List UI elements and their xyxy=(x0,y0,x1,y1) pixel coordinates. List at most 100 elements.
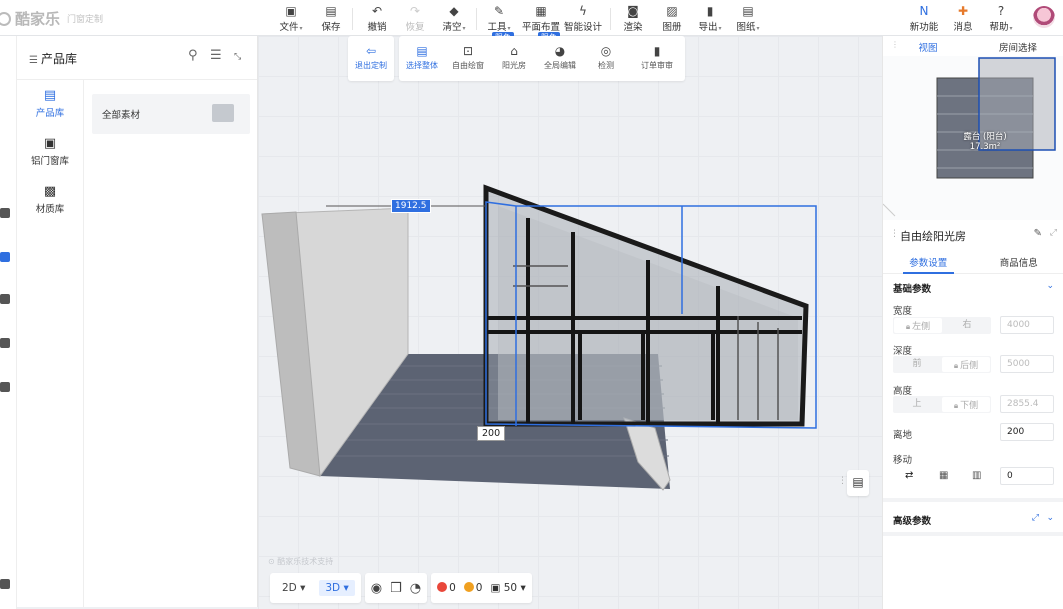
help-button[interactable]: ? 帮助▾ xyxy=(982,3,1020,33)
drawings-button[interactable]: ▤ 图纸▾ xyxy=(729,3,767,33)
sunroom-button[interactable]: ⌂ 阳光房 xyxy=(491,36,537,81)
chevron-down-icon[interactable]: ⌄ xyxy=(1046,281,1054,291)
dimension-bottom-label[interactable]: 200 xyxy=(477,426,506,441)
save-icon: ▤ xyxy=(325,4,337,18)
category-materials-label: 材质库 xyxy=(35,204,65,215)
gift-icon: ✚ xyxy=(957,4,969,18)
drag-grip-icon[interactable]: ⋮ xyxy=(891,40,899,49)
depth-anchor-toggle[interactable]: 前 🔒︎ 后侧 xyxy=(893,356,991,373)
save-button[interactable]: ▤ 保存 xyxy=(312,3,350,33)
depth-front-option[interactable]: 前 xyxy=(893,356,941,373)
drag-grip-icon-2[interactable]: ⋮ xyxy=(890,229,899,239)
advanced-params-heading[interactable]: 高级参数 xyxy=(893,513,931,527)
redo-label: 恢复 xyxy=(405,22,425,33)
global-edit-label: 全局编辑 xyxy=(544,61,576,70)
properties-header: ⋮ 自由绘阳光房 ✎ ⤢ xyxy=(883,224,1063,246)
layout-button[interactable]: ▦ 平面布置 xyxy=(520,3,562,33)
chevron-down-icon-2[interactable]: ⌄ xyxy=(1046,513,1054,523)
product-icon: ▤ xyxy=(43,88,57,103)
drawings-label: 图纸 xyxy=(736,22,756,33)
width-right-option[interactable]: 右 xyxy=(943,317,991,334)
rail-crown-icon[interactable] xyxy=(0,252,10,262)
eye-icon[interactable]: ◉ xyxy=(371,581,382,596)
new-feature-label: 新功能 xyxy=(909,22,939,33)
move-input[interactable]: 0 xyxy=(1000,467,1054,485)
user-avatar[interactable] xyxy=(1033,6,1055,28)
rail-settings-icon[interactable] xyxy=(0,579,10,589)
depth-input[interactable]: 5000 xyxy=(1000,355,1054,373)
detect-button[interactable]: ◎ 检测 xyxy=(583,36,629,81)
properties-title: 自由绘阳光房 xyxy=(900,230,966,243)
rail-tool-icon-1[interactable] xyxy=(0,208,10,218)
tools-button[interactable]: ✎ 工具▾ xyxy=(480,3,518,33)
redo-button[interactable]: ↷ 恢复 xyxy=(396,3,434,33)
move-icon-2[interactable]: ▦ xyxy=(939,470,948,481)
expand-advanced-icon[interactable]: ⤢ xyxy=(1032,513,1039,523)
select-whole-button[interactable]: ▤ 选择整体 xyxy=(399,36,445,81)
height-input[interactable]: 2855.4 xyxy=(1000,395,1054,413)
file-button[interactable]: ▣ 文件▾ xyxy=(272,3,310,33)
tab-params[interactable]: 参数设置 xyxy=(883,248,974,274)
move-icon-1[interactable]: ⇄ xyxy=(905,470,913,481)
logo-icon xyxy=(0,11,11,26)
category-product[interactable]: ▤ 产品库 xyxy=(17,80,83,128)
clear-button[interactable]: ◆ 清空▾ xyxy=(435,3,473,33)
view-2d-button[interactable]: 2D ▾ xyxy=(276,580,311,596)
depth-back-option[interactable]: 🔒︎ 后侧 xyxy=(942,357,990,372)
tab-product-info[interactable]: 商品信息 xyxy=(974,248,1063,273)
offground-input[interactable]: 200 xyxy=(1000,423,1054,441)
expand-icon[interactable]: ⤢ xyxy=(1050,228,1057,238)
width-anchor-toggle[interactable]: 🔒︎ 左侧 右 xyxy=(893,317,991,334)
dimension-top-label[interactable]: 1912.5 xyxy=(391,199,431,213)
view-3d-button[interactable]: 3D ▾ xyxy=(319,580,355,596)
exit-customize-button[interactable]: ⇦ 退出定制 xyxy=(348,36,394,81)
cube-icon[interactable]: ❒ xyxy=(390,581,402,596)
category-aluminum-doors[interactable]: ▣ 铝门窗库 xyxy=(17,128,83,176)
scene-canvas[interactable] xyxy=(258,36,882,609)
gauge-icon[interactable]: ◔ xyxy=(410,581,421,596)
all-materials-item[interactable]: 全部素材 xyxy=(92,94,250,134)
new-feature-button[interactable]: N 新功能 xyxy=(905,3,943,33)
move-label: 移动 xyxy=(893,455,913,466)
room-name: 露台 (阳台) xyxy=(963,132,1007,142)
search-icon[interactable]: ⚲ xyxy=(188,48,198,63)
height-anchor-toggle[interactable]: 上 🔒︎ 下侧 xyxy=(893,396,991,413)
detect-icon: ◎ xyxy=(600,44,612,58)
global-edit-button[interactable]: ◕ 全局编辑 xyxy=(537,36,583,81)
depth-back-label: 后侧 xyxy=(960,361,979,371)
width-input[interactable]: 4000 xyxy=(1000,316,1054,334)
warning-count-value: 0 xyxy=(475,582,483,594)
move-icon-3[interactable]: ▥ xyxy=(972,470,981,481)
minimap[interactable]: 露台 (阳台) 17.3m² xyxy=(883,56,1063,220)
free-draw-button[interactable]: ⊡ 自由绘窗 xyxy=(445,36,491,81)
undo-button[interactable]: ↶ 撤销 xyxy=(358,3,396,33)
minimap-tabs: ⋮ 视图 房间选择 xyxy=(883,36,1063,56)
lightning-icon: ϟ xyxy=(579,4,587,18)
album-button[interactable]: ▨ 图册 xyxy=(653,3,691,33)
export-button[interactable]: ▮ 导出▾ xyxy=(691,3,729,33)
offground-label: 离地 xyxy=(893,430,913,441)
basic-params-heading[interactable]: 基础参数 xyxy=(893,281,931,295)
render-button[interactable]: ◙ 渲染 xyxy=(614,3,652,33)
order-review-button[interactable]: ▮ 订单审审 xyxy=(629,36,685,81)
rail-tool-icon-2[interactable] xyxy=(0,294,10,304)
tab-room-select[interactable]: 房间选择 xyxy=(973,36,1063,56)
export-icon: ▮ xyxy=(706,4,714,18)
help-icon: ? xyxy=(997,4,1005,18)
edit-icon[interactable]: ✎ xyxy=(1034,228,1042,239)
rail-user-icon[interactable] xyxy=(0,338,10,348)
rail-tool-icon-3[interactable] xyxy=(0,382,10,392)
clipboard-button[interactable]: ▤ xyxy=(847,470,869,496)
collapse-icon[interactable]: ⤡ xyxy=(234,52,241,62)
3d-viewport[interactable]: 1912.5 200 xyxy=(258,36,882,609)
width-left-label: 左侧 xyxy=(912,322,931,332)
width-left-option[interactable]: 🔒︎ 左侧 xyxy=(894,318,942,333)
messages-button[interactable]: ✚ 消息 xyxy=(944,3,982,33)
category-materials[interactable]: ▩ 材质库 xyxy=(17,176,83,224)
height-bottom-option[interactable]: 🔒︎ 下侧 xyxy=(942,397,990,412)
smart-label: 智能设计 xyxy=(564,22,603,33)
filter-icon[interactable]: ☰ xyxy=(210,48,222,63)
height-top-option[interactable]: 上 xyxy=(893,396,941,413)
status-group[interactable]: 0 0 ▣ 50 ▾ xyxy=(431,573,532,603)
detect-label: 检测 xyxy=(598,61,614,70)
